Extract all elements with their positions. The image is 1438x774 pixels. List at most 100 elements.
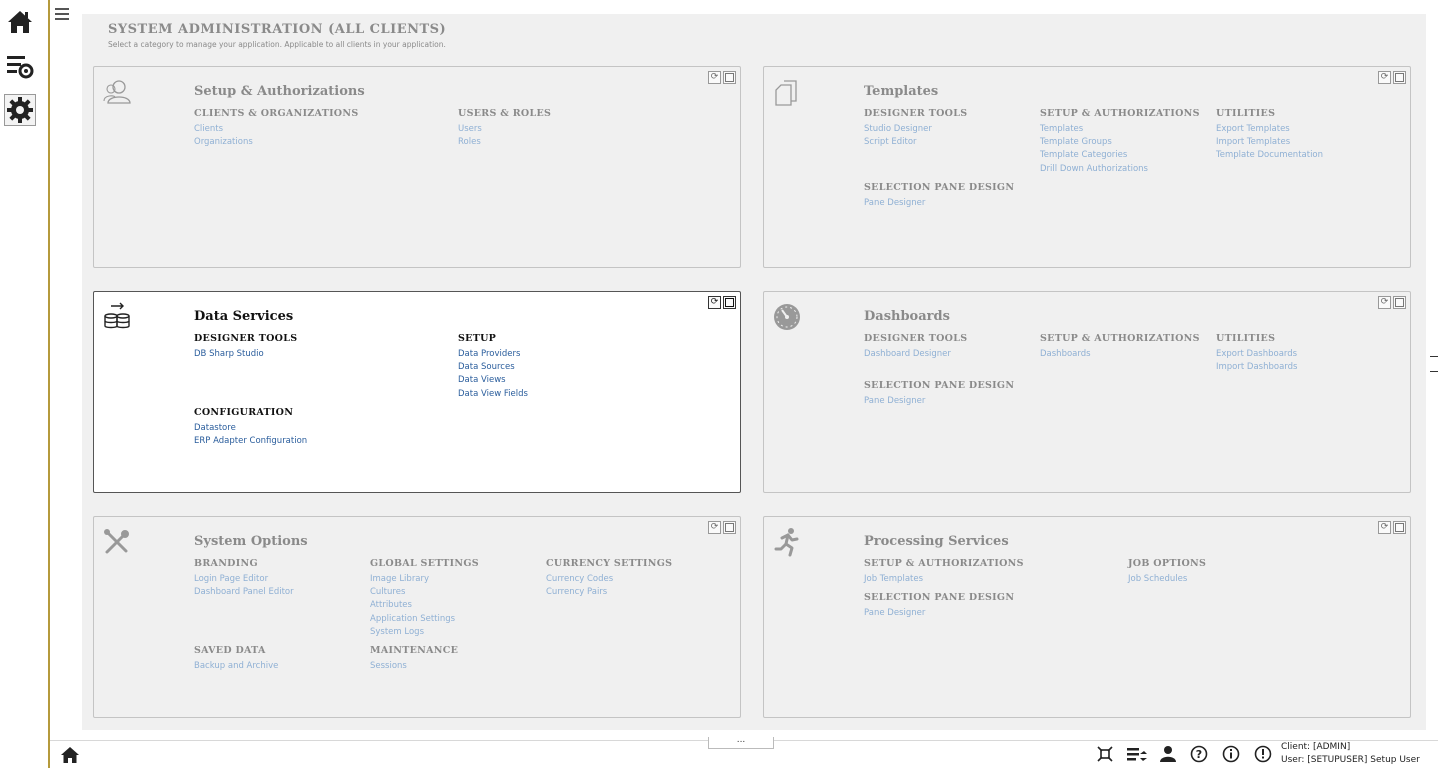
link-attributes[interactable]: Attributes <box>370 599 479 612</box>
refresh-icon[interactable]: ⟳ <box>708 521 721 534</box>
link-dashboard-designer[interactable]: Dashboard Designer <box>864 348 967 361</box>
panel-title: Templates <box>864 84 939 99</box>
panel-templates[interactable]: Templates ⟳ DESIGNER TOOLS Studio Design… <box>763 66 1411 268</box>
system-admin-nav-button[interactable] <box>4 94 36 126</box>
link-export-templates[interactable]: Export Templates <box>1216 123 1323 136</box>
settings-list-nav-button[interactable] <box>4 50 36 82</box>
maximize-icon[interactable] <box>1393 296 1406 309</box>
refresh-icon[interactable]: ⟳ <box>1378 521 1391 534</box>
link-datastore[interactable]: Datastore <box>194 422 307 435</box>
refresh-icon[interactable]: ⟳ <box>1378 296 1391 309</box>
link-application-settings[interactable]: Application Settings <box>370 613 479 626</box>
help-icon[interactable]: ? <box>1190 745 1208 763</box>
link-template-groups[interactable]: Template Groups <box>1040 136 1200 149</box>
user-label: User: [SETUPUSER] Setup User <box>1281 755 1420 765</box>
link-db-sharp-studio[interactable]: DB Sharp Studio <box>194 348 297 361</box>
link-export-dashboards[interactable]: Export Dashboards <box>1216 348 1297 361</box>
link-import-templates[interactable]: Import Templates <box>1216 136 1323 149</box>
group-heading: CONFIGURATION <box>194 407 294 418</box>
home-icon[interactable] <box>60 746 80 764</box>
link-backup-and-archive[interactable]: Backup and Archive <box>194 660 278 673</box>
link-system-logs[interactable]: System Logs <box>370 626 479 639</box>
maximize-icon[interactable] <box>723 521 736 534</box>
panel-processing-services[interactable]: Processing Services ⟳ SETUP & AUTHORIZAT… <box>763 516 1411 718</box>
panel-controls: ⟳ <box>708 296 736 309</box>
link-studio-designer[interactable]: Studio Designer <box>864 123 967 136</box>
link-template-categories[interactable]: Template Categories <box>1040 149 1200 162</box>
panel-system-options[interactable]: System Options ⟳ BRANDING Login Page Edi… <box>93 516 741 718</box>
link-users[interactable]: Users <box>458 123 551 136</box>
scroll-indicator[interactable] <box>1430 356 1438 386</box>
group-heading: SETUP & AUTHORIZATIONS <box>864 558 1024 569</box>
link-job-templates[interactable]: Job Templates <box>864 573 1024 586</box>
maximize-icon[interactable] <box>1393 521 1406 534</box>
link-currency-pairs[interactable]: Currency Pairs <box>546 586 672 599</box>
group-heading: GLOBAL SETTINGS <box>370 558 479 569</box>
link-cultures[interactable]: Cultures <box>370 586 479 599</box>
link-clients[interactable]: Clients <box>194 123 359 136</box>
panel-dashboards[interactable]: Dashboards ⟳ DESIGNER TOOLS Dashboard De… <box>763 291 1411 493</box>
link-pane-designer[interactable]: Pane Designer <box>864 395 1014 408</box>
bottom-bar: ... ? Client: [ADMIN] User: [SETUPUSER] … <box>50 736 1438 774</box>
menu-toggle-icon[interactable] <box>55 8 69 22</box>
panel-controls: ⟳ <box>1378 71 1406 84</box>
link-drill-down-authorizations[interactable]: Drill Down Authorizations <box>1040 163 1200 176</box>
link-data-view-fields[interactable]: Data View Fields <box>458 388 528 401</box>
session-info: Client: [ADMIN] User: [SETUPUSER] Setup … <box>1281 741 1420 767</box>
link-data-providers[interactable]: Data Providers <box>458 348 528 361</box>
link-erp-adapter-configuration[interactable]: ERP Adapter Configuration <box>194 435 307 448</box>
group-global-settings: GLOBAL SETTINGS Image Library Cultures A… <box>370 558 479 639</box>
link-dashboards[interactable]: Dashboards <box>1040 348 1200 361</box>
link-roles[interactable]: Roles <box>458 136 551 149</box>
more-button[interactable]: ... <box>708 736 774 749</box>
group-designer-tools: DESIGNER TOOLS Studio Designer Script Ed… <box>864 108 967 149</box>
panel-title: Setup & Authorizations <box>194 84 365 99</box>
link-login-page-editor[interactable]: Login Page Editor <box>194 573 294 586</box>
refresh-icon[interactable]: ⟳ <box>708 296 721 309</box>
link-import-dashboards[interactable]: Import Dashboards <box>1216 361 1297 374</box>
refresh-icon[interactable]: ⟳ <box>708 71 721 84</box>
left-rail <box>0 0 48 774</box>
group-setup: SETUP Data Providers Data Sources Data V… <box>458 333 528 401</box>
alert-icon[interactable] <box>1254 745 1272 763</box>
user-icon[interactable] <box>1159 745 1177 763</box>
home-nav-button[interactable] <box>4 6 36 38</box>
panel-setup-authorizations[interactable]: Setup & Authorizations ⟳ CLIENTS & ORGAN… <box>93 66 741 268</box>
group-heading: SELECTION PANE DESIGN <box>864 182 1015 193</box>
maximize-icon[interactable] <box>1393 71 1406 84</box>
link-currency-codes[interactable]: Currency Codes <box>546 573 672 586</box>
maximize-icon[interactable] <box>723 71 736 84</box>
link-job-schedules[interactable]: Job Schedules <box>1128 573 1206 586</box>
link-templates[interactable]: Templates <box>1040 123 1200 136</box>
panel-data-services[interactable]: Data Services ⟳ DESIGNER TOOLS DB Sharp … <box>93 291 741 493</box>
link-data-sources[interactable]: Data Sources <box>458 361 528 374</box>
link-dashboard-panel-editor[interactable]: Dashboard Panel Editor <box>194 586 294 599</box>
home-icon <box>8 11 32 33</box>
link-template-documentation[interactable]: Template Documentation <box>1216 149 1323 162</box>
link-image-library[interactable]: Image Library <box>370 573 479 586</box>
group-currency-settings: CURRENCY SETTINGS Currency Codes Currenc… <box>546 558 672 599</box>
link-pane-designer[interactable]: Pane Designer <box>864 197 1014 210</box>
link-organizations[interactable]: Organizations <box>194 136 359 149</box>
switch-list-icon[interactable] <box>1126 745 1148 763</box>
link-script-editor[interactable]: Script Editor <box>864 136 967 149</box>
panel-title: Data Services <box>194 309 294 324</box>
group-heading: UTILITIES <box>1216 108 1276 119</box>
info-icon[interactable] <box>1222 745 1240 763</box>
group-heading: DESIGNER TOOLS <box>864 333 968 344</box>
page-subtitle: Select a category to manage your applica… <box>108 40 446 49</box>
group-utilities: UTILITIES Export Templates Import Templa… <box>1216 108 1323 163</box>
maximize-icon[interactable] <box>723 296 736 309</box>
fullscreen-exit-icon[interactable] <box>1096 745 1114 763</box>
group-heading: SELECTION PANE DESIGN <box>864 592 1015 603</box>
panel-controls: ⟳ <box>1378 296 1406 309</box>
link-data-views[interactable]: Data Views <box>458 374 528 387</box>
refresh-icon[interactable]: ⟳ <box>1378 71 1391 84</box>
group-users-roles: USERS & ROLES Users Roles <box>458 108 551 149</box>
link-sessions[interactable]: Sessions <box>370 660 458 673</box>
gauge-icon <box>774 304 800 330</box>
link-pane-designer[interactable]: Pane Designer <box>864 607 1014 620</box>
group-heading: DESIGNER TOOLS <box>194 333 298 344</box>
group-heading: SETUP & AUTHORIZATIONS <box>1040 333 1200 344</box>
group-setup-authorizations: SETUP & AUTHORIZATIONS Dashboards <box>1040 333 1200 361</box>
